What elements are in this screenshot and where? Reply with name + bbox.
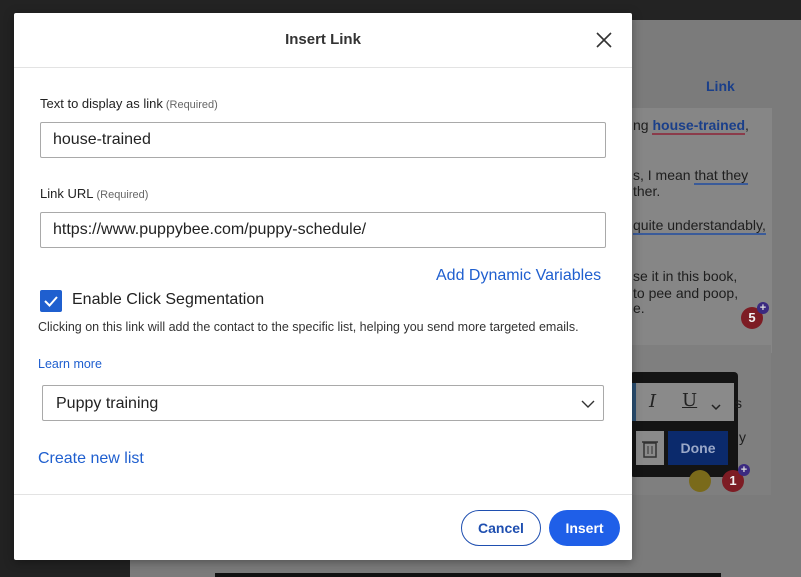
add-comment-icon-2[interactable]: + — [738, 464, 750, 476]
doc-line-6: to pee and poop, — [633, 285, 739, 301]
segmentation-help-text: Clicking on this link will add the conta… — [38, 320, 579, 334]
dialog-title: Insert Link — [285, 31, 361, 48]
link-text-input[interactable] — [40, 122, 606, 158]
text-display-label: Text to display as link (Required) — [40, 96, 218, 111]
click-segmentation-checkbox[interactable] — [40, 290, 62, 312]
dialog-header: Insert Link — [14, 13, 632, 68]
close-icon[interactable] — [592, 28, 616, 52]
bottom-bar — [215, 573, 721, 577]
chevron-down-icon — [581, 397, 595, 409]
doc-line-4: quite understandably, — [633, 217, 766, 235]
learn-more-link[interactable]: Learn more — [38, 357, 102, 371]
insert-link-dialog: Insert Link Text to display as link (Requ… — [14, 13, 632, 560]
side-text-1: s — [735, 395, 742, 411]
side-text-2: y — [739, 429, 746, 445]
doc-line-2: s, I mean that they — [633, 167, 749, 185]
doc-line-1: ng house-trained, — [633, 117, 749, 135]
click-segmentation-label[interactable]: Enable Click Segmentation — [72, 291, 264, 309]
create-new-list-link[interactable]: Create new list — [38, 450, 144, 468]
trash-icon[interactable] — [636, 431, 664, 465]
tab-link: Link — [706, 78, 735, 94]
link-url-input[interactable] — [40, 212, 606, 248]
checkmark-icon — [44, 296, 58, 307]
doc-line-5: se it in this book, — [633, 268, 738, 284]
list-select-value: Puppy training — [56, 395, 159, 412]
link-url-label: Link URL (Required) — [40, 186, 149, 201]
done-button[interactable]: Done — [668, 431, 728, 465]
italic-button[interactable]: I — [649, 391, 656, 412]
add-comment-icon[interactable]: + — [757, 302, 769, 314]
insert-button[interactable]: Insert — [549, 510, 620, 546]
list-select[interactable]: Puppy training — [42, 385, 604, 421]
emoji-icon[interactable] — [689, 470, 711, 492]
cancel-button[interactable]: Cancel — [461, 510, 541, 546]
add-dynamic-variables-link[interactable]: Add Dynamic Variables — [436, 267, 601, 285]
doc-line-7: e. — [633, 300, 645, 316]
underline-button[interactable]: U — [682, 390, 697, 411]
doc-line-3: ther. — [633, 183, 661, 199]
chevron-down-icon[interactable] — [711, 398, 721, 411]
